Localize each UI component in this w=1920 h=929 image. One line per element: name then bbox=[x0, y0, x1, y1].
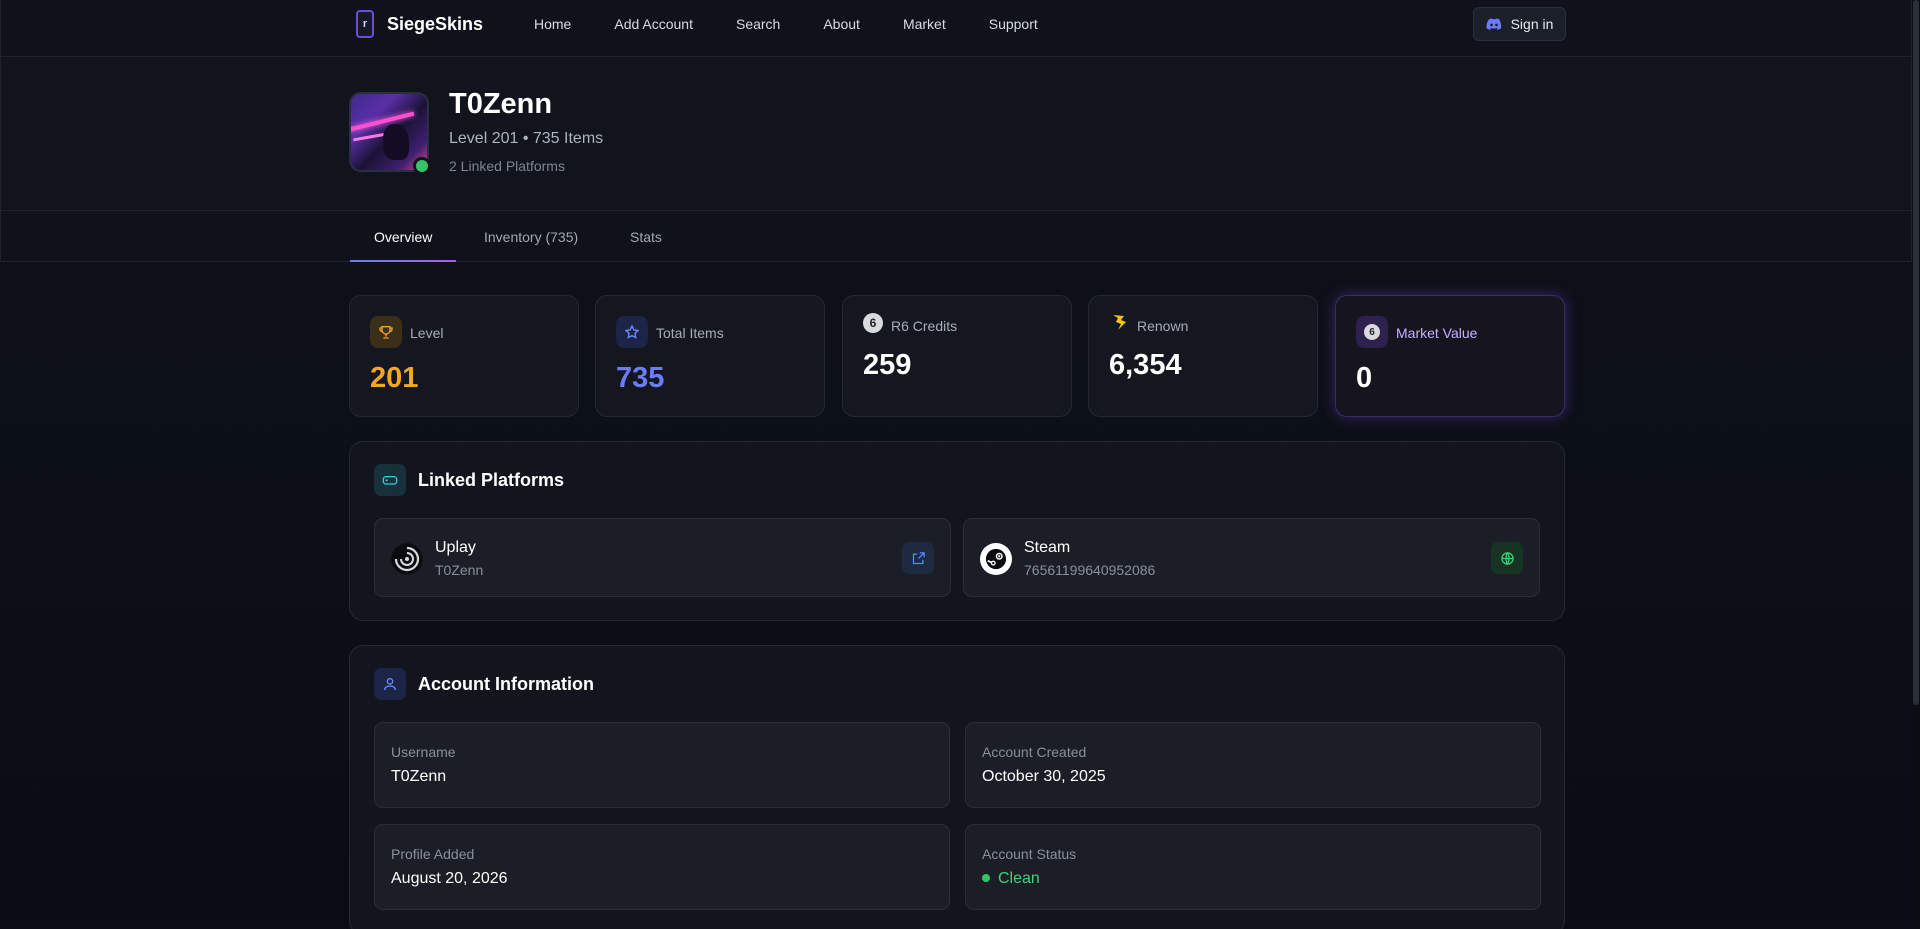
nav-links: Home Add Account Search About Market Sup… bbox=[534, 16, 1081, 32]
nav-link-search[interactable]: Search bbox=[736, 16, 780, 32]
avatar-art-figure bbox=[383, 124, 409, 160]
profile-linked-count: 2 Linked Platforms bbox=[449, 158, 565, 174]
external-link-icon[interactable] bbox=[902, 542, 934, 574]
brand-name: SiegeSkins bbox=[387, 13, 484, 34]
scrollbar-thumb[interactable] bbox=[1913, 0, 1919, 705]
stat-value-level: 201 bbox=[370, 362, 419, 394]
platform-name: Steam bbox=[1024, 539, 1071, 556]
gamepad-icon bbox=[374, 464, 406, 496]
info-card-account-status: Account Status Clean bbox=[965, 824, 1541, 910]
account-information-panel: Account Information Username T0Zenn Acco… bbox=[349, 645, 1565, 929]
linked-platforms-title: Linked Platforms bbox=[418, 470, 565, 490]
platform-card-uplay: Uplay T0Zenn bbox=[374, 518, 951, 597]
info-label: Username bbox=[391, 744, 456, 760]
status-dot bbox=[982, 873, 990, 882]
stat-label: Level bbox=[410, 325, 444, 341]
info-value: October 30, 2025 bbox=[982, 768, 1106, 785]
status-text: Clean bbox=[998, 870, 1040, 887]
profile-subtitle: Level 201 • 735 Items bbox=[449, 130, 604, 147]
tab-overview[interactable]: Overview bbox=[374, 229, 432, 245]
steam-icon bbox=[980, 543, 1012, 575]
nav-link-home[interactable]: Home bbox=[534, 16, 571, 32]
info-value: August 20, 2026 bbox=[391, 870, 508, 887]
market-value-icon: 6 bbox=[1356, 316, 1388, 348]
stat-value-total-items: 735 bbox=[616, 362, 665, 394]
navbar-inner: r SiegeSkins Home Add Account Search Abo… bbox=[350, 0, 1566, 48]
account-information-title: Account Information bbox=[418, 674, 594, 694]
active-tab-indicator bbox=[350, 260, 456, 262]
online-status-dot bbox=[413, 157, 431, 175]
stat-card-total-items: Total Items 735 bbox=[595, 295, 825, 417]
info-card-username: Username T0Zenn bbox=[374, 722, 950, 808]
tab-inventory[interactable]: Inventory (735) bbox=[484, 229, 578, 245]
platform-account-id: T0Zenn bbox=[435, 562, 484, 578]
stat-label: Market Value bbox=[1396, 325, 1478, 341]
status-badge: Clean bbox=[982, 870, 1040, 888]
sign-in-button[interactable]: Sign in bbox=[1473, 7, 1566, 41]
brand-logo[interactable]: r SiegeSkins bbox=[356, 10, 483, 38]
nav-link-about[interactable]: About bbox=[823, 16, 860, 32]
nav-link-support[interactable]: Support bbox=[989, 16, 1038, 32]
profile-name: T0Zenn bbox=[449, 88, 553, 120]
info-label: Account Created bbox=[982, 744, 1087, 760]
uplay-icon bbox=[391, 543, 423, 575]
stat-card-r6-credits: 6 R6 Credits 259 bbox=[842, 295, 1072, 417]
trophy-icon bbox=[370, 316, 402, 348]
stat-label: R6 Credits bbox=[891, 318, 958, 334]
stat-value-market-value: 0 bbox=[1356, 362, 1373, 394]
renown-icon bbox=[1109, 313, 1129, 333]
tab-stats[interactable]: Stats bbox=[630, 229, 662, 245]
stat-card-renown: Renown 6,354 bbox=[1088, 295, 1318, 417]
platform-card-steam: Steam 76561199640952086 bbox=[963, 518, 1540, 597]
stat-label: Renown bbox=[1137, 318, 1189, 334]
stat-value-renown: 6,354 bbox=[1109, 349, 1182, 381]
profile-tabs: Overview Inventory (735) Stats bbox=[0, 210, 1912, 262]
nav-link-add-account[interactable]: Add Account bbox=[614, 16, 693, 32]
top-navbar: r SiegeSkins Home Add Account Search Abo… bbox=[0, 0, 1912, 57]
r6-credits-icon: 6 bbox=[863, 313, 883, 333]
info-label: Account Status bbox=[982, 846, 1077, 862]
siege-logo-icon: r bbox=[356, 10, 374, 38]
nav-link-market[interactable]: Market bbox=[903, 16, 946, 32]
globe-icon[interactable] bbox=[1491, 542, 1523, 574]
sign-in-label: Sign in bbox=[1510, 16, 1554, 32]
platform-account-id: 76561199640952086 bbox=[1024, 562, 1156, 578]
star-icon bbox=[616, 316, 648, 348]
info-card-profile-added: Profile Added August 20, 2026 bbox=[374, 824, 950, 910]
info-value: T0Zenn bbox=[391, 768, 447, 785]
discord-icon bbox=[1486, 18, 1501, 30]
linked-platforms-panel: Linked Platforms Uplay T0Zenn Steam 7656… bbox=[349, 441, 1565, 621]
stat-label: Total Items bbox=[656, 325, 724, 341]
user-icon bbox=[374, 668, 406, 700]
stat-value-r6-credits: 259 bbox=[863, 349, 912, 381]
profile-header bbox=[0, 57, 1912, 210]
info-card-account-created: Account Created October 30, 2025 bbox=[965, 722, 1541, 808]
page-scrollbar[interactable] bbox=[1912, 0, 1920, 929]
platform-name: Uplay bbox=[435, 539, 476, 556]
stat-card-level: Level 201 bbox=[349, 295, 579, 417]
info-label: Profile Added bbox=[391, 846, 475, 862]
stat-card-market-value: 6 Market Value 0 bbox=[1335, 295, 1565, 417]
